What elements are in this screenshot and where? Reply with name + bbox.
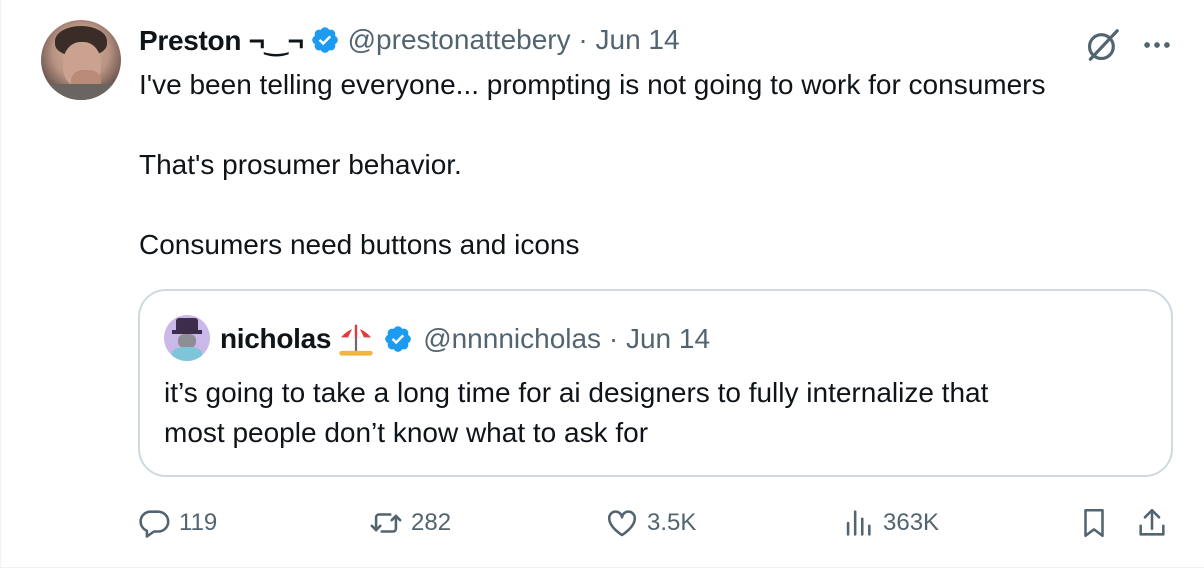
like-button[interactable]: 3.5K xyxy=(605,500,696,546)
avatar-head xyxy=(178,334,196,348)
reply-count: 119 xyxy=(179,509,218,536)
repost-count: 282 xyxy=(411,509,452,536)
author-avatar[interactable] xyxy=(41,20,121,100)
quoted-tweet[interactable]: nicholas @nnnnicholas · Jun 14 it’s goin… xyxy=(138,289,1173,477)
tweet-text-line: I've been telling everyone... prompting … xyxy=(139,69,1046,100)
tweet-card[interactable]: Preston ¬‿¬ @prestonattebery · Jun 14 I'… xyxy=(0,0,1204,568)
grok-icon[interactable] xyxy=(1084,26,1122,64)
quote-text: it’s going to take a long time for ai de… xyxy=(164,373,988,453)
quote-author-avatar[interactable] xyxy=(164,315,210,361)
quote-handle-date[interactable]: @nnnnicholas · Jun 14 xyxy=(423,323,710,355)
beach-umbrella-icon xyxy=(339,324,373,356)
bookmark-icon xyxy=(1084,508,1104,538)
verified-badge-icon[interactable] xyxy=(383,324,413,354)
author-handle-date[interactable]: @prestonattebery · Jun 14 xyxy=(348,24,680,56)
reply-icon xyxy=(139,510,170,538)
verified-badge-icon[interactable] xyxy=(310,25,340,55)
reply-button[interactable]: 119 xyxy=(137,500,217,546)
quote-header: nicholas @nnnnicholas · Jun 14 xyxy=(220,319,710,359)
action-bar: 119 282 3.5K 363K xyxy=(1,500,1204,546)
like-count: 3.5K xyxy=(647,509,697,536)
views-button[interactable]: 363K xyxy=(841,500,939,546)
tweet-header: Preston ¬‿¬ @prestonattebery · Jun 14 xyxy=(139,22,680,58)
repost-button[interactable]: 282 xyxy=(369,500,451,546)
heart-icon xyxy=(607,510,637,537)
tweet-text-line: Consumers need buttons and icons xyxy=(139,229,580,260)
top-actions xyxy=(1084,26,1174,64)
author-name[interactable]: Preston ¬‿¬ xyxy=(139,24,304,57)
quote-text-line: most people don’t know what to ask for xyxy=(164,417,649,448)
share-button[interactable] xyxy=(1135,500,1169,546)
avatar-body xyxy=(172,347,202,361)
views-chart-icon xyxy=(846,510,871,536)
quote-text-line: it’s going to take a long time for ai de… xyxy=(164,377,989,408)
quote-author-name[interactable]: nicholas xyxy=(220,323,331,355)
share-icon xyxy=(1139,508,1165,536)
tweet-text-line: That's prosumer behavior. xyxy=(139,149,462,180)
avatar-shirt xyxy=(41,84,121,100)
more-options-icon[interactable] xyxy=(1140,28,1174,62)
views-count: 363K xyxy=(883,509,940,536)
bookmark-button[interactable] xyxy=(1077,500,1111,546)
repost-icon xyxy=(370,513,402,533)
